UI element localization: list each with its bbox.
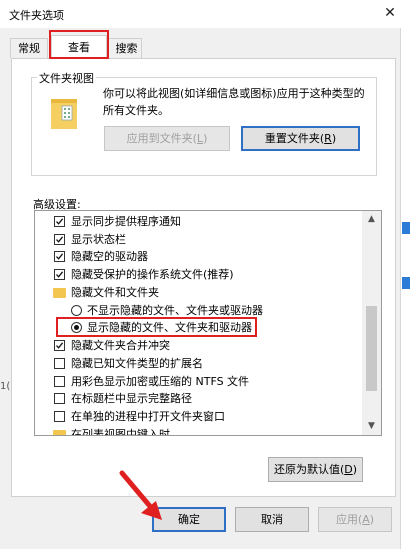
tab-search[interactable]: 搜索 (107, 38, 142, 58)
apply-to-folders-label-end: ) (203, 132, 208, 145)
apply-accesskey: A (362, 513, 370, 526)
reset-folders-label: 重置文件夹( (264, 132, 325, 145)
reset-folders-button[interactable]: 重置文件夹(R) (241, 126, 360, 151)
checkbox-unchecked[interactable] (54, 411, 65, 422)
list-item-label: 显示同步提供程序通知 (71, 215, 181, 228)
folder-icon (53, 430, 66, 435)
checkbox-unchecked[interactable] (54, 393, 65, 404)
checkbox-checked[interactable] (54, 216, 65, 227)
scroll-up-icon[interactable]: ▲ (362, 211, 381, 228)
folder-view-icon (51, 99, 77, 129)
list-item-label: 隐藏文件和文件夹 (71, 286, 159, 299)
view-tab-highlight (49, 30, 109, 59)
list-scrollbar[interactable]: ▲ ▼ (362, 211, 381, 435)
list-item-label: 显示状态栏 (71, 233, 126, 246)
radio-unchecked[interactable] (71, 305, 82, 316)
scroll-thumb[interactable] (366, 306, 377, 391)
show-hidden-highlight (56, 317, 257, 337)
background-window-mark (402, 277, 410, 289)
apply-to-folders-label: 应用到文件夹( (126, 132, 197, 145)
list-item-label: 在列表视图中键入时 (71, 428, 170, 436)
background-text-fragment: 1( (0, 381, 11, 392)
restore-defaults-label: 还原为默认值( (273, 463, 345, 476)
tab-general[interactable]: 常规 (10, 38, 48, 58)
folder-views-label: 文件夹视图 (37, 70, 96, 86)
restore-defaults-button[interactable]: 还原为默认值(D) (268, 457, 363, 482)
checkbox-unchecked[interactable] (54, 376, 65, 387)
list-item-label: 在单独的进程中打开文件夹窗口 (71, 410, 225, 423)
list-item-label: 隐藏已知文件类型的扩展名 (71, 357, 203, 370)
apply-label: 应用( (335, 513, 363, 526)
checkbox-checked[interactable] (54, 269, 65, 280)
restore-defaults-label-end: ) (352, 463, 358, 476)
red-arrow-icon (118, 470, 168, 525)
list-item-label: 用彩色显示加密或压缩的 NTFS 文件 (71, 375, 250, 388)
list-item-label: 在标题栏中显示完整路径 (71, 392, 192, 405)
close-icon[interactable]: ✕ (380, 3, 400, 23)
checkbox-unchecked[interactable] (54, 358, 65, 369)
list-item-label: 隐藏文件夹合并冲突 (71, 339, 170, 352)
cancel-button[interactable]: 取消 (235, 507, 309, 532)
window-title: 文件夹选项 (9, 9, 64, 22)
restore-defaults-accesskey: D (344, 463, 353, 476)
reset-folders-accesskey: R (324, 132, 332, 145)
background-window-mark (402, 222, 410, 234)
checkbox-checked[interactable] (54, 340, 65, 351)
checkbox-checked[interactable] (54, 251, 65, 262)
folder-icon (53, 288, 66, 298)
apply-label-end: ) (369, 513, 375, 526)
scroll-down-icon[interactable]: ▼ (362, 418, 381, 435)
apply-to-folders-button[interactable]: 应用到文件夹(L) (104, 126, 230, 151)
apply-button[interactable]: 应用(A) (318, 507, 392, 532)
reset-folders-label-end: ) (331, 132, 337, 145)
checkbox-checked[interactable] (54, 234, 65, 245)
list-item-label: 隐藏空的驱动器 (71, 250, 148, 263)
list-item-label: 隐藏受保护的操作系统文件(推荐) (71, 268, 234, 281)
folder-views-description: 你可以将此视图(如详细信息或图标)应用于这种类型的所有文件夹。 (103, 87, 365, 117)
